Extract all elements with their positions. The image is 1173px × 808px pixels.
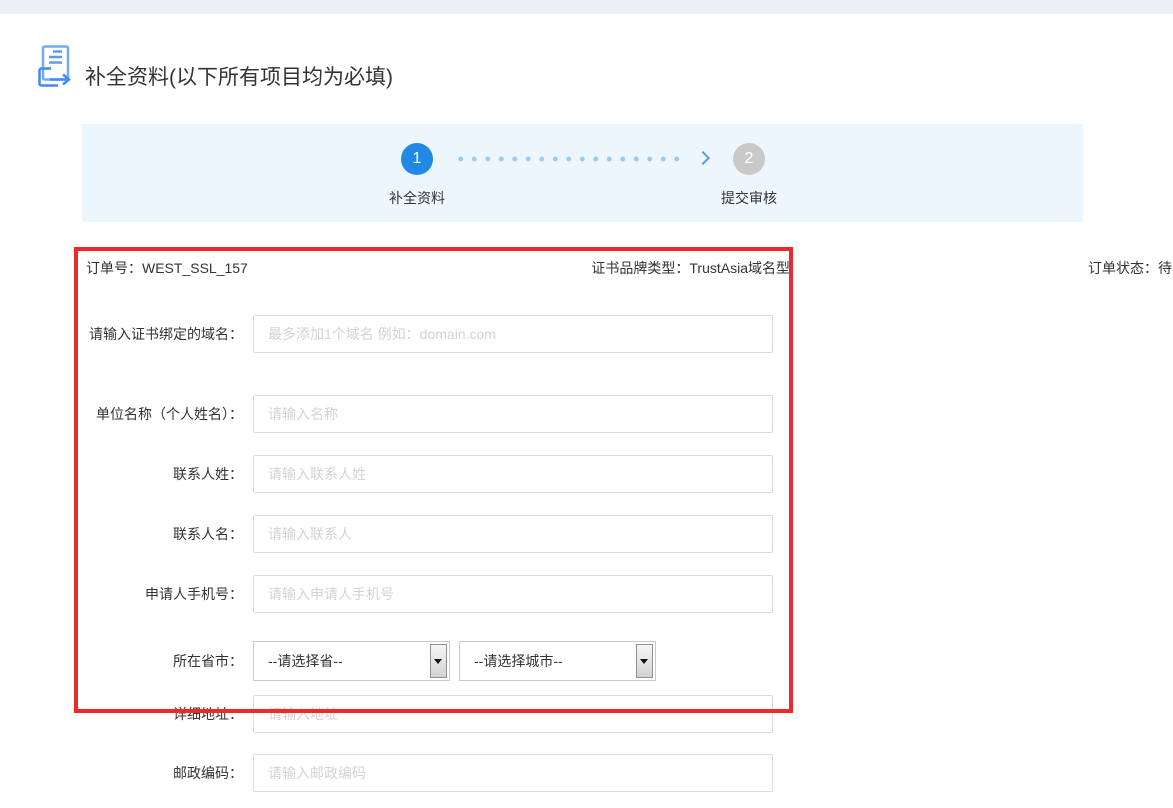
form-row-applicant-phone: 申请人手机号： [60,575,773,613]
stepper: 1 2 补全资料 提交审核 [82,124,1083,222]
order-number: 订单号：WEST_SSL_157 [86,258,248,278]
document-export-icon [38,45,74,89]
field-label-postal-code: 邮政编码： [60,763,243,783]
field-label-org-name: 单位名称（个人姓名）： [60,404,243,424]
page-title: 补全资料(以下所有项目均为必填) [85,61,393,91]
chevron-down-icon [636,644,653,678]
domain-input[interactable] [253,315,773,353]
province-select[interactable]: --请选择省-- [253,641,450,681]
stepper-dotted-line [454,156,688,162]
step-2-badge: 2 [733,143,765,175]
city-select-value: --请选择城市-- [474,642,563,680]
top-bar [0,0,1173,14]
form-row-contact-firstname: 联系人名： [60,515,773,553]
contact-firstname-input[interactable] [253,515,773,553]
chevron-down-icon [430,644,447,678]
field-label-address: 详细地址： [60,704,243,724]
field-label-domain: 请输入证书绑定的域名： [60,324,243,344]
address-input[interactable] [253,695,773,733]
step-1-label: 补全资料 [357,188,477,208]
form-row-contact-lastname: 联系人姓： [60,455,773,493]
province-select-value: --请选择省-- [268,642,343,680]
contact-lastname-input[interactable] [253,455,773,493]
chevron-right-icon [696,151,710,165]
applicant-phone-input[interactable] [253,575,773,613]
step-1-badge: 1 [401,143,433,175]
order-status: 订单状态：待 [1088,258,1172,278]
field-label-contact-firstname: 联系人名： [60,524,243,544]
form-row-address: 详细地址： [60,695,773,733]
city-select[interactable]: --请选择城市-- [459,641,656,681]
postal-code-input[interactable] [253,754,773,792]
field-label-applicant-phone: 申请人手机号： [60,584,243,604]
form-row-province-city: 所在省市： --请选择省-- --请选择城市-- [60,641,773,681]
step-2-label: 提交审核 [689,188,809,208]
org-name-input[interactable] [253,395,773,433]
cert-brand-type: 证书品牌类型：TrustAsia域名型 [591,258,790,278]
form-row-domain: 请输入证书绑定的域名： [60,315,773,353]
form-row-org-name: 单位名称（个人姓名）： [60,395,773,433]
field-label-contact-lastname: 联系人姓： [60,464,243,484]
field-label-province-city: 所在省市： [60,651,243,671]
form-row-postal-code: 邮政编码： [60,754,773,792]
page: 补全资料(以下所有项目均为必填) 1 2 补全资料 提交审核 订单号：WEST_… [0,0,1173,808]
